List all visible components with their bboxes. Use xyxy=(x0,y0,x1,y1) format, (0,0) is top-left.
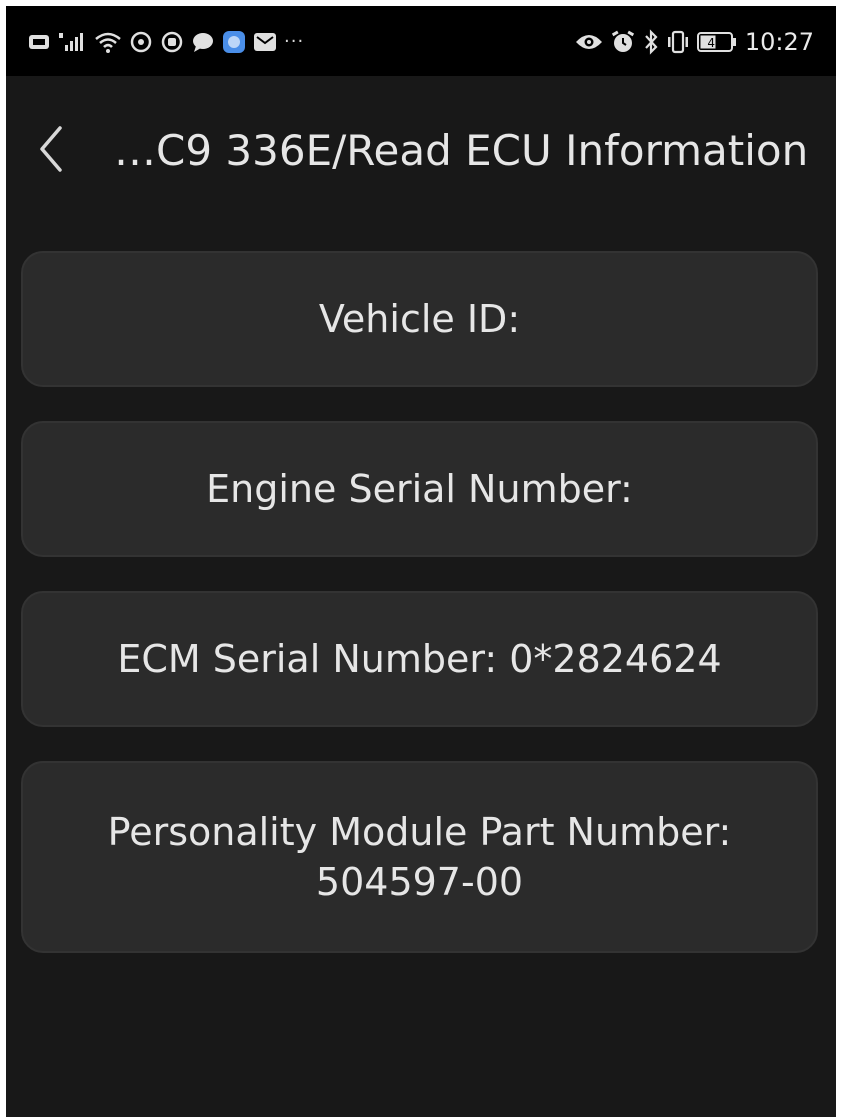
page-title: …C9 336E/Read ECU Information xyxy=(114,126,809,175)
engine-serial-number-label: Engine Serial Number: xyxy=(206,467,633,511)
status-time: 10:27 xyxy=(744,28,814,56)
blue-app-icon xyxy=(222,29,246,55)
personality-module-value: 504597-00 xyxy=(315,860,524,904)
chat-icon xyxy=(191,29,215,55)
vibrate-icon xyxy=(667,29,689,55)
status-right-icons: 47 10:27 xyxy=(575,28,814,56)
alarm-icon xyxy=(611,29,635,55)
mail-icon xyxy=(253,29,277,55)
bluetooth-icon xyxy=(643,29,659,55)
battery-icon: 47 xyxy=(696,29,737,55)
personality-module-label: Personality Module Part Number: xyxy=(107,810,732,854)
personality-module-part-number-card: Personality Module Part Number: 504597-0… xyxy=(21,761,818,953)
overflow-indicator: ··· xyxy=(284,31,305,52)
wifi-icon xyxy=(94,29,122,55)
ecm-serial-number-label: ECM Serial Number: 0*2824624 xyxy=(117,637,722,681)
ecu-info-list: Vehicle ID: Engine Serial Number: ECM Se… xyxy=(21,251,818,987)
app-header: …C9 336E/Read ECU Information xyxy=(6,76,836,216)
hd-icon xyxy=(28,29,50,55)
status-left-icons: ··· xyxy=(28,28,304,56)
vehicle-id-label: Vehicle ID: xyxy=(318,297,521,341)
chevron-left-icon xyxy=(40,126,62,172)
back-button[interactable] xyxy=(26,121,76,177)
eye-icon xyxy=(575,29,603,55)
status-bar: ··· 47 10:27 xyxy=(6,6,836,76)
app-notification-icon xyxy=(129,29,153,55)
vehicle-id-card: Vehicle ID: xyxy=(21,251,818,387)
engine-serial-number-card: Engine Serial Number: xyxy=(21,421,818,557)
app-notification-icon-2 xyxy=(160,29,184,55)
signal-4g-icon xyxy=(57,29,87,55)
phone-screen: ··· 47 10:27 …C9 336E/Read ECU Informati… xyxy=(6,6,836,1117)
ecm-serial-number-card: ECM Serial Number: 0*2824624 xyxy=(21,591,818,727)
battery-level: 47 xyxy=(707,36,722,50)
